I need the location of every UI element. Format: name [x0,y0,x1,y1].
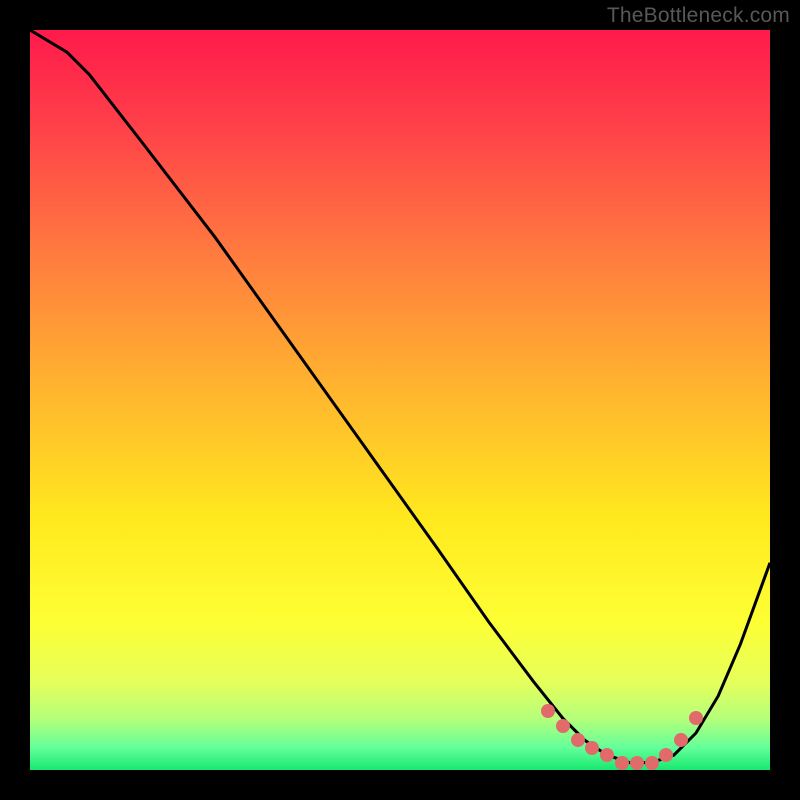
highlight-dot [541,704,555,718]
chart-frame: TheBottleneck.com [0,0,800,800]
curve-path [30,30,770,763]
highlight-dot [571,733,585,747]
highlight-dot [630,756,644,770]
highlight-dot [600,748,614,762]
highlight-dot [659,748,673,762]
highlight-dot [674,733,688,747]
plot-area [30,30,770,770]
highlight-dot [615,756,629,770]
highlight-dot [585,741,599,755]
bottleneck-curve [30,30,770,770]
highlight-dot [556,719,570,733]
highlight-dot [645,756,659,770]
watermark-text: TheBottleneck.com [607,4,790,28]
highlight-dot [689,711,703,725]
